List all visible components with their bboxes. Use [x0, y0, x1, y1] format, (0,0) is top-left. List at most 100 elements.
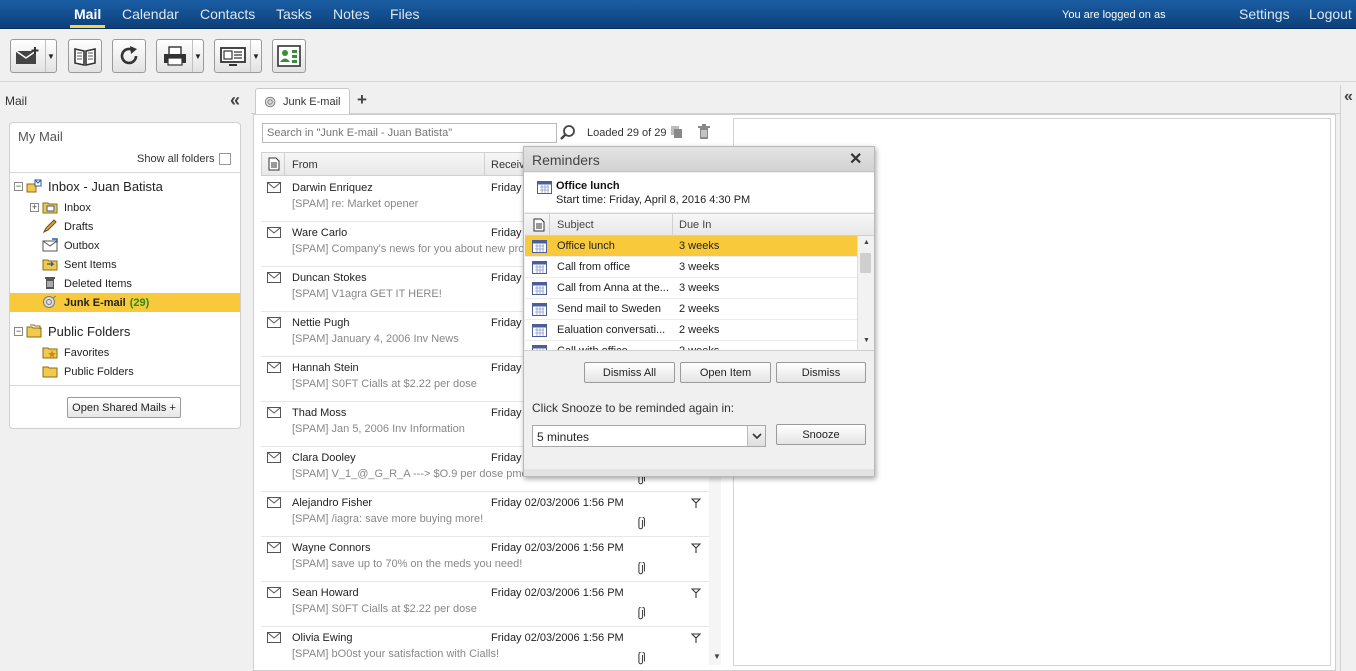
- nav-notes[interactable]: Notes: [333, 6, 370, 22]
- tab-junk-email[interactable]: Junk E-mail: [255, 88, 350, 115]
- reminder-due-in: 2 weeks: [679, 324, 720, 336]
- loaded-count-text: Loaded 29 of 29: [587, 127, 667, 139]
- refresh-button[interactable]: [112, 39, 146, 73]
- show-all-folders-checkbox[interactable]: [219, 153, 231, 165]
- print-button[interactable]: ▼: [156, 39, 204, 73]
- nav-mail[interactable]: Mail: [69, 6, 106, 28]
- folder-sent-items-label: Sent Items: [64, 258, 117, 271]
- flag-icon[interactable]: [690, 498, 702, 512]
- nav-files[interactable]: Files: [390, 6, 420, 22]
- nav-logout[interactable]: Logout: [1309, 6, 1352, 22]
- paperclip-icon: [637, 651, 646, 665]
- snooze-duration-value: 5 minutes: [537, 430, 590, 444]
- reminder-due-in: 3 weeks: [679, 261, 720, 273]
- folder-public-folders[interactable]: Public Folders: [10, 362, 240, 381]
- tree-public-folders-root[interactable]: − Public Folders: [10, 322, 240, 341]
- folder-outbox[interactable]: Outbox: [10, 236, 240, 255]
- scroll-thumb[interactable]: [860, 253, 871, 273]
- chevron-down-icon[interactable]: [747, 426, 765, 446]
- flag-icon[interactable]: [690, 543, 702, 557]
- snooze-duration-select[interactable]: 5 minutes: [532, 425, 766, 447]
- trash-icon: [42, 276, 58, 290]
- collapse-icon[interactable]: −: [14, 182, 23, 191]
- column-header-received[interactable]: Receiv: [491, 159, 525, 171]
- reminder-row[interactable]: Call with office2 weeks: [525, 341, 857, 350]
- folder-deleted-items-label: Deleted Items: [64, 277, 132, 290]
- divider: [10, 385, 240, 386]
- folder-inbox[interactable]: + Inbox: [10, 198, 240, 217]
- delete-icon[interactable]: [697, 124, 711, 143]
- junk-count-badge: (29): [129, 296, 150, 309]
- nav-tasks[interactable]: Tasks: [276, 6, 312, 22]
- dismiss-button[interactable]: Dismiss: [776, 362, 866, 383]
- calendar-icon: [532, 303, 547, 319]
- view-dropdown-arrow[interactable]: ▼: [250, 40, 261, 72]
- mail-from: Wayne Connors: [292, 542, 371, 554]
- envelope-icon: [267, 452, 281, 466]
- mail-row[interactable]: Alejandro Fisher [SPAM] /iagra: save more…: [261, 492, 709, 537]
- contacts-card-button[interactable]: [272, 39, 306, 73]
- close-icon[interactable]: ✕: [849, 149, 862, 169]
- new-mail-dropdown-arrow[interactable]: ▼: [45, 40, 56, 72]
- folder-icon: [42, 364, 58, 378]
- folder-sent-items[interactable]: Sent Items: [10, 255, 240, 274]
- nav-contacts[interactable]: Contacts: [200, 6, 255, 22]
- address-book-button[interactable]: [68, 39, 102, 73]
- toolbar: ▼ ▼ ▼: [0, 30, 1356, 82]
- reminder-due-in: 3 weeks: [679, 282, 720, 294]
- search-input[interactable]: [262, 123, 557, 143]
- mailbox-icon: [26, 179, 42, 193]
- top-navigation-bar: Mail Calendar Contacts Tasks Notes Files…: [0, 0, 1356, 29]
- reminder-row[interactable]: Call from Anna at the... 3 weeks: [525, 278, 857, 299]
- column-header-due-in[interactable]: Due In: [679, 219, 711, 231]
- tree-inbox-root[interactable]: − Inbox - Juan Batista: [10, 177, 240, 196]
- view-button[interactable]: ▼: [214, 39, 262, 73]
- mail-row[interactable]: Olivia Ewing [SPAM] bO0st your satisfacti…: [261, 627, 709, 665]
- dismiss-all-button[interactable]: Dismiss All: [584, 362, 675, 383]
- print-dropdown-arrow[interactable]: ▼: [192, 40, 203, 72]
- mail-subject: [SPAM] S0FT Cialls at $2.22 per dose: [292, 378, 477, 390]
- reminder-row[interactable]: Ealuation conversati... 2 weeks: [525, 320, 857, 341]
- scroll-down-arrow[interactable]: ▼: [863, 337, 870, 344]
- reminders-scrollbar[interactable]: ▲ ▼: [857, 236, 874, 350]
- expand-icon[interactable]: +: [30, 203, 39, 212]
- reminder-row[interactable]: Call from office 3 weeks: [525, 257, 857, 278]
- folder-junk-email[interactable]: Junk E-mail (29): [10, 293, 240, 312]
- mail-received-date: Friday 02/03/2006 1:56 PM: [491, 587, 624, 599]
- mail-received-date: Friday: [491, 362, 522, 374]
- mail-received-date: Friday: [491, 452, 522, 464]
- reminder-row[interactable]: Send mail to Sweden 2 weeks: [525, 299, 857, 320]
- search-icon[interactable]: [559, 124, 577, 145]
- snooze-button[interactable]: Snooze: [776, 424, 866, 445]
- nav-calendar[interactable]: Calendar: [122, 6, 179, 22]
- mail-row[interactable]: Sean Howard [SPAM] S0FT Cialls at $2.22 p…: [261, 582, 709, 627]
- envelope-icon: [267, 227, 281, 241]
- collapse-left-icon[interactable]: «: [230, 90, 240, 111]
- flag-icon[interactable]: [690, 633, 702, 647]
- mail-from: Alejandro Fisher: [292, 497, 373, 509]
- collapse-icon[interactable]: −: [14, 327, 23, 336]
- mail-row[interactable]: Wayne Connors [SPAM] save up to 70% on th…: [261, 537, 709, 582]
- new-mail-button[interactable]: ▼: [10, 39, 57, 73]
- mail-received-date: Friday: [491, 317, 522, 329]
- reminders-title-bar[interactable]: Reminders ✕: [524, 147, 874, 172]
- folder-favorites[interactable]: Favorites: [10, 343, 240, 362]
- column-header-subject[interactable]: Subject: [557, 219, 594, 231]
- expand-right-icon[interactable]: «: [1344, 88, 1353, 106]
- reminder-row[interactable]: Office lunch 3 weeks: [525, 236, 857, 257]
- copy-icon[interactable]: [670, 125, 684, 142]
- folder-drafts[interactable]: Drafts: [10, 217, 240, 236]
- column-header-from[interactable]: From: [292, 159, 318, 171]
- right-panel-strip: [1340, 85, 1356, 671]
- scroll-down-arrow[interactable]: ▼: [713, 652, 721, 661]
- mail-from: Ware Carlo: [292, 227, 348, 239]
- scroll-up-arrow[interactable]: ▲: [863, 239, 870, 246]
- flag-icon[interactable]: [690, 588, 702, 602]
- tree-public-folders-label: Public Folders: [48, 324, 131, 339]
- nav-settings[interactable]: Settings: [1239, 6, 1290, 22]
- open-shared-mails-button[interactable]: Open Shared Mails +: [67, 397, 181, 418]
- add-tab-button[interactable]: +: [357, 90, 367, 110]
- left-panel-title: Mail: [5, 94, 28, 108]
- folder-deleted-items[interactable]: Deleted Items: [10, 274, 240, 293]
- open-item-button[interactable]: Open Item: [680, 362, 771, 383]
